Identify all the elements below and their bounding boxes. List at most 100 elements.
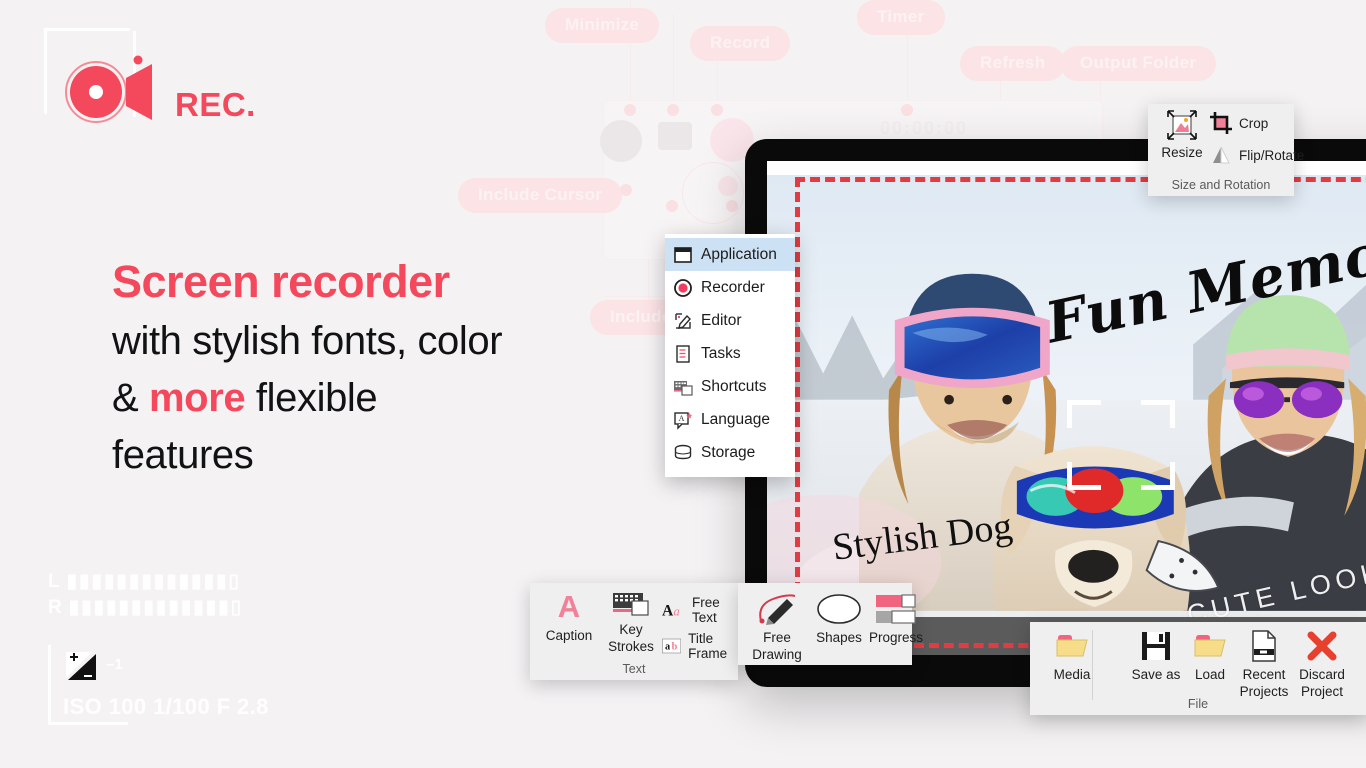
title-frame-button[interactable]: a b Title Frame (662, 631, 738, 661)
free-text-label: Free Text (691, 595, 720, 625)
storage-drum-icon (674, 444, 692, 459)
svg-text:A: A (558, 589, 580, 623)
ribbon-file-tools[interactable]: File Media Save as Load Recent Projects Disca… (1030, 622, 1366, 715)
headline-line-1: Screen recorder (112, 256, 450, 307)
menu-item-label: Storage (701, 443, 756, 461)
wm-connector (630, 0, 631, 110)
folder-icon (1194, 635, 1226, 657)
menu-item-editor[interactable]: Editor (665, 304, 795, 337)
file-recent-button[interactable]: Recent Projects (1236, 630, 1292, 701)
audio-meter-right-bars: ▮▮▮▮▮▮▮▮▮▮▮▮▮▯ (68, 597, 244, 618)
file-item-label-line1: Load (1194, 666, 1226, 682)
headline-line-4: features (112, 432, 254, 477)
title-frame-label: Title Frame (688, 631, 728, 661)
wm-connector (673, 14, 674, 110)
floppy-disk-icon (1142, 632, 1170, 660)
file-item-label-line2: Projects (1239, 683, 1289, 699)
ellipse-icon (817, 594, 861, 624)
exposure-compensation-icon (66, 652, 96, 680)
wm-connector (717, 36, 718, 110)
crop-button[interactable]: Crop (1210, 112, 1268, 134)
selection-dashed-border[interactable] (795, 177, 1366, 637)
svg-text:a: a (673, 605, 679, 619)
wm-dot (667, 104, 679, 116)
wm-dot (726, 200, 738, 212)
camera-hud-overlay: L ▮▮▮▮▮▮▮▮▮▮▮▮▮▯ R ▮▮▮▮▮▮▮▮▮▮▮▮▮▯ –1 ISO 1… (44, 570, 294, 730)
flip-rotate-label: Flip/Rotate (1239, 147, 1305, 163)
svg-text:A: A (679, 414, 685, 423)
window-icon (674, 246, 692, 263)
touch-dot (718, 176, 738, 196)
shapes-button[interactable]: Shapes (810, 593, 868, 647)
progress-label: Progress (868, 629, 924, 645)
file-load-button[interactable]: Load (1182, 630, 1238, 684)
svg-text:a: a (665, 642, 670, 653)
keyboard-icon (674, 380, 693, 396)
menu-item-label: Recorder (701, 278, 765, 296)
wm-pill-refresh: Refresh (960, 46, 1066, 81)
pencil-edit-icon (675, 312, 691, 329)
wm-timer-text: 00:00:00 (880, 118, 969, 138)
wm-connector (907, 14, 908, 110)
exif-readout: ISO 100 1/100 F 2.8 (63, 694, 269, 719)
wm-pill-include-cursor: Include Cursor (458, 178, 623, 213)
letter-a-icon: A (558, 589, 580, 624)
audio-meter-left-bars: ▮▮▮▮▮▮▮▮▮▮▮▮▮▯ (66, 571, 241, 592)
wm-pill-record: Record (690, 26, 791, 61)
folder-icon (1056, 635, 1088, 657)
progress-button[interactable]: Progress (866, 593, 926, 647)
free-text-button[interactable]: A a Free Text (662, 595, 738, 625)
file-item-label-line2: Project (1300, 683, 1344, 699)
flip-rotate-button[interactable]: Flip/Rotate (1210, 144, 1304, 166)
svg-text:A: A (662, 603, 674, 620)
headline-line-3-b: flexible (245, 375, 378, 420)
aa-text-icon: A a (662, 603, 680, 620)
ab-box-icon: a b (662, 638, 682, 654)
menu-item-shortcuts[interactable]: Shortcuts (665, 370, 795, 403)
menu-item-storage[interactable]: Storage (665, 436, 795, 469)
key-strokes-button[interactable]: Key Strokes (602, 591, 660, 656)
file-item-label-line1: Recent (1242, 666, 1286, 682)
wm-dot (711, 104, 723, 116)
wm-pill-minimize: Minimize (545, 8, 660, 43)
key-strokes-label-line2: Strokes (608, 638, 654, 654)
ribbon-drawing-tools[interactable]: Free Drawing Shapes Progress (738, 583, 923, 665)
file-save-as-button[interactable]: Save as (1128, 630, 1184, 684)
ribbon-size-and-rotation[interactable]: Resize Crop Flip/Rotate Size and Rotatio… (1148, 104, 1304, 196)
file-item-label-line1: Save as (1131, 666, 1181, 682)
menu-item-label: Shortcuts (701, 377, 767, 395)
menu-item-language[interactable]: A Language (665, 403, 795, 436)
shapes-label: Shapes (816, 629, 862, 645)
settings-category-menu[interactable]: Application Recorder Editor Tasks Shortcuts A… (665, 234, 795, 477)
free-drawing-button[interactable]: Free Drawing (744, 591, 810, 664)
exposure-value: –1 (106, 656, 123, 673)
brand-logo: REC. (44, 28, 264, 136)
wm-pill-timer: Timer (857, 0, 945, 35)
menu-item-application[interactable]: Application (665, 238, 795, 271)
wm-connector (648, 200, 649, 300)
camera-icon (658, 122, 692, 150)
audio-meter-left: L ▮▮▮▮▮▮▮▮▮▮▮▮▮▯ (48, 570, 241, 593)
free-drawing-label-line1: Free (763, 629, 791, 645)
size-rotation-group-label: Size and Rotation (1171, 178, 1271, 192)
menu-item-recorder[interactable]: Recorder (665, 271, 795, 304)
wm-connector (530, 184, 635, 185)
progress-bars-icon (876, 594, 916, 624)
wm-dot (901, 104, 913, 116)
caption-button[interactable]: A Caption (538, 589, 600, 645)
file-discard-button[interactable]: Discard Project (1294, 630, 1350, 701)
ribbon-text-tools[interactable]: A Caption Key Strokes A a Free Text a b … (530, 583, 738, 680)
audio-meter-right: R ▮▮▮▮▮▮▮▮▮▮▮▮▮▯ (48, 596, 243, 619)
language-globe-icon: A (674, 411, 693, 430)
menu-item-tasks[interactable]: Tasks (665, 337, 795, 370)
svg-text:b: b (672, 642, 678, 653)
keyboard-icon (613, 593, 649, 616)
record-camera-icon (65, 55, 152, 123)
resize-button[interactable]: Resize (1156, 110, 1208, 162)
marketing-headline: Screen recorder with stylish fonts, colo… (112, 256, 632, 484)
cloud-icon (600, 120, 642, 162)
brush-icon (759, 594, 796, 625)
wm-dot (666, 200, 678, 212)
tablet-screen: Fun Memories Stylish Dog CUTE LOOK (767, 161, 1366, 655)
file-media-button[interactable]: Media (1044, 630, 1100, 684)
